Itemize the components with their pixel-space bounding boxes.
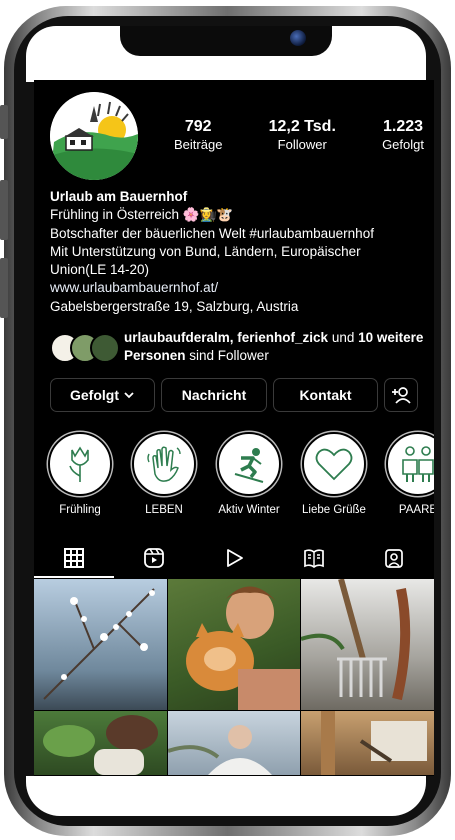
highlight-fruehling[interactable]: Frühling <box>48 432 112 516</box>
grid-icon <box>64 548 84 568</box>
highlight-leben[interactable]: LEBEN <box>132 432 196 516</box>
website-link[interactable]: www.urlaubambauernhof.at/ <box>50 279 425 297</box>
instagram-profile-screen: 792 Beiträge 12,2 Tsd. Follower 1.223 Ge… <box>34 80 434 776</box>
followers-label: Follower <box>277 137 327 152</box>
highlight-aktiv-winter[interactable]: Aktiv Winter <box>217 432 281 516</box>
reels-icon <box>144 548 164 568</box>
play-icon <box>227 549 243 567</box>
highlight-ring <box>217 432 281 496</box>
home-area <box>26 776 426 816</box>
contact-button[interactable]: Kontakt <box>273 378 378 412</box>
plant-pots-icon <box>43 715 158 775</box>
follower-avatar <box>90 333 120 363</box>
followers-stat[interactable]: 12,2 Tsd. Follower <box>269 118 336 153</box>
following-label: Gefolgt <box>382 137 424 152</box>
address-text[interactable]: Gabelsbergerstraße 19, Salzburg, Austria <box>50 298 425 316</box>
farm-logo-icon <box>50 92 138 180</box>
girl-with-cat-icon <box>186 586 300 710</box>
message-button[interactable]: Nachricht <box>161 378 267 412</box>
tab-grid[interactable] <box>34 538 114 578</box>
following-stat[interactable]: 1.223 Gefolgt <box>382 118 424 153</box>
farmer-portrait-icon <box>168 725 272 775</box>
followed-by[interactable]: urlaubaufderalm, ferienhof_zick und 10 w… <box>50 329 423 365</box>
add-user-icon <box>392 387 411 404</box>
profile-avatar[interactable] <box>50 92 138 180</box>
post-thumbnail-herbs[interactable] <box>34 711 167 775</box>
profile-bio: Urlaub am Bauernhof Frühling in Österrei… <box>50 188 425 316</box>
tab-guides[interactable] <box>274 538 354 578</box>
front-camera <box>290 30 306 46</box>
post-thumbnail-blossom[interactable] <box>34 579 167 710</box>
post-thumbnail-garden-tools[interactable] <box>301 579 434 710</box>
posts-stat[interactable]: 792 Beiträge <box>174 118 222 153</box>
highlight-ring <box>386 432 434 496</box>
following-button[interactable]: Gefolgt <box>50 378 155 412</box>
active-tab-indicator <box>34 576 114 578</box>
mute-switch <box>0 105 8 139</box>
highlight-liebe-gruesse[interactable]: Liebe Grüße <box>302 432 366 516</box>
couple-icon <box>402 446 434 482</box>
garden-rake-icon <box>301 579 411 701</box>
followed-by-names: urlaubaufderalm, ferienhof_zick <box>124 330 329 345</box>
tagged-user-icon <box>385 549 403 568</box>
followed-by-text: urlaubaufderalm, ferienhof_zick und 10 w… <box>124 329 424 365</box>
waving-hand-icon <box>147 446 181 482</box>
following-count: 1.223 <box>383 118 424 135</box>
heart-icon <box>315 448 353 481</box>
tulip-icon <box>69 446 89 482</box>
chevron-down-icon <box>124 392 134 399</box>
profile-tabs <box>34 538 434 578</box>
profile-stats: 792 Beiträge 12,2 Tsd. Follower 1.223 Ge… <box>174 118 424 153</box>
posts-label: Beiträge <box>174 137 223 152</box>
bio-line: Mit Unterstützung von Bund, Ländern, Eur… <box>50 243 361 259</box>
post-thumbnail-farmer[interactable] <box>168 711 300 775</box>
followers-count: 12,2 Tsd. <box>268 118 336 135</box>
highlight-label: PAARE <box>398 504 434 516</box>
highlight-label: Aktiv Winter <box>218 504 280 516</box>
post-thumbnail-girl-cat[interactable] <box>168 579 300 710</box>
tab-reels[interactable] <box>114 538 194 578</box>
bio-line: Frühling in Österreich 🌸👩‍🌾🐮 <box>50 207 234 223</box>
bio-line: Union(LE 14-20) <box>50 262 150 278</box>
followed-by-connector: und <box>328 330 359 345</box>
skier-icon <box>234 448 264 483</box>
highlight-paare[interactable]: PAARE <box>386 432 434 516</box>
post-thumbnail-wood[interactable] <box>301 711 434 775</box>
highlight-ring <box>48 432 112 496</box>
blossom-branch-icon <box>43 588 155 700</box>
followed-by-suffix: sind Follower <box>185 348 269 363</box>
highlight-label: Liebe Grüße <box>302 504 366 516</box>
bio-line: Botschafter der bäuerlichen Welt #urlaub… <box>50 225 374 241</box>
profile-name: Urlaub am Bauernhof <box>50 189 188 204</box>
highlight-label: LEBEN <box>145 504 183 516</box>
highlight-ring <box>302 432 366 496</box>
posts-count: 792 <box>184 118 212 135</box>
wooden-interior-icon <box>321 711 427 775</box>
following-button-label: Gefolgt <box>70 387 119 403</box>
volume-up-button <box>0 180 8 240</box>
highlight-label: Frühling <box>59 504 101 516</box>
add-user-button[interactable] <box>384 378 418 412</box>
message-button-label: Nachricht <box>181 387 247 403</box>
guide-icon <box>304 549 324 569</box>
highlight-ring <box>132 432 196 496</box>
tab-videos[interactable] <box>194 538 274 578</box>
volume-down-button <box>0 258 8 318</box>
tab-tagged[interactable] <box>354 538 434 578</box>
contact-button-label: Kontakt <box>299 387 352 403</box>
